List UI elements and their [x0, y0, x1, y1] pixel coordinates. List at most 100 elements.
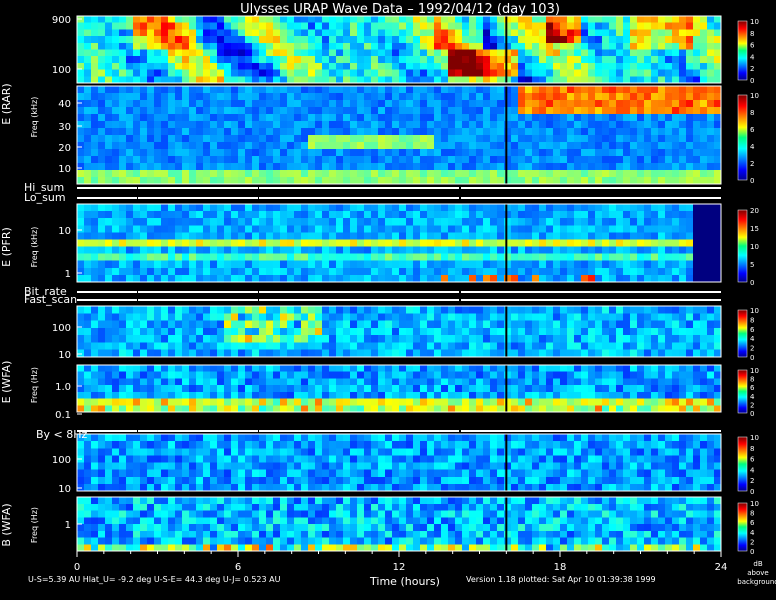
heatmap-cell	[560, 29, 568, 37]
heatmap-cell	[399, 371, 407, 379]
heatmap-cell	[322, 142, 330, 150]
heatmap-cell	[665, 107, 673, 115]
heatmap-cell	[189, 42, 197, 50]
heatmap-cell	[630, 69, 638, 77]
heatmap-cell	[77, 135, 85, 143]
heatmap-cell	[455, 56, 463, 64]
heatmap-cell	[231, 267, 239, 276]
heatmap-cell	[126, 16, 134, 24]
heatmap-cell	[476, 93, 484, 101]
heatmap-cell	[140, 135, 148, 143]
heatmap-cell	[315, 455, 323, 463]
heatmap-cell	[182, 246, 190, 255]
heatmap-cell	[280, 114, 288, 122]
heatmap-cell	[623, 149, 631, 157]
heatmap-cell	[210, 313, 218, 321]
heatmap-cell	[133, 253, 141, 262]
heatmap-cell	[140, 128, 148, 136]
heatmap-cell	[700, 142, 708, 150]
heatmap-cell	[301, 469, 309, 478]
heatmap-cell	[301, 391, 309, 399]
heatmap-cell	[644, 149, 652, 157]
heatmap-cell	[532, 398, 540, 406]
heatmap-cell	[175, 100, 183, 108]
heatmap-cell	[574, 225, 582, 233]
heatmap-cell	[119, 22, 127, 30]
heatmap-cell	[350, 349, 358, 358]
heatmap-cell	[553, 349, 561, 358]
heatmap-cell	[280, 100, 288, 108]
heatmap-cell	[525, 86, 533, 94]
heatmap-cell	[609, 267, 617, 276]
heatmap-cell	[441, 107, 449, 115]
heatmap-cell	[266, 107, 274, 115]
heatmap-cell	[280, 483, 288, 492]
heatmap-cell	[392, 385, 400, 393]
heatmap-cell	[245, 365, 253, 373]
heatmap-cell	[476, 76, 484, 84]
heatmap-cell	[406, 483, 414, 492]
heatmap-cell	[560, 349, 568, 358]
heatmap-cell	[371, 260, 379, 269]
heatmap-cell	[672, 62, 680, 70]
heatmap-cell	[189, 76, 197, 84]
heatmap-cell	[77, 313, 85, 321]
heatmap-cell	[308, 327, 316, 336]
heatmap-cell	[448, 274, 456, 283]
heatmap-cell	[329, 385, 337, 393]
heatmap-cell	[679, 177, 687, 185]
heatmap-cell	[168, 163, 176, 171]
heatmap-cell	[511, 306, 519, 314]
heatmap-cell	[700, 36, 708, 44]
heatmap-cell	[378, 434, 386, 442]
heatmap-cell	[490, 335, 498, 343]
heatmap-cell	[105, 232, 113, 240]
heatmap-cell	[420, 225, 428, 233]
heatmap-cell	[497, 107, 505, 115]
heatmap-cell	[231, 274, 239, 283]
heatmap-cell	[364, 462, 372, 471]
heatmap-cell	[336, 121, 344, 129]
heatmap-cell	[714, 306, 722, 314]
heatmap-cell	[532, 320, 540, 329]
heatmap-cell	[98, 107, 106, 115]
heatmap-cell	[406, 204, 414, 212]
heatmap-cell	[392, 434, 400, 442]
heatmap-cell	[644, 274, 652, 283]
heatmap-cell	[441, 22, 449, 30]
heatmap-cell	[560, 135, 568, 143]
heatmap-cell	[252, 76, 260, 84]
heatmap-cell	[637, 267, 645, 276]
heatmap-cell	[140, 22, 148, 30]
heatmap-cell	[329, 335, 337, 343]
heatmap-cell	[602, 62, 610, 70]
heatmap-cell	[672, 211, 680, 219]
heatmap-cell	[511, 93, 519, 101]
heatmap-cell	[301, 462, 309, 471]
heatmap-cell	[427, 22, 435, 30]
heatmap-cell	[357, 320, 365, 329]
heatmap-cell	[588, 86, 596, 94]
heatmap-cell	[588, 391, 596, 399]
heatmap-cell	[203, 86, 211, 94]
heatmap-cell	[707, 320, 715, 329]
heatmap-cell	[287, 391, 295, 399]
heatmap-cell	[301, 320, 309, 329]
heatmap-cell	[203, 371, 211, 379]
heatmap-cell	[595, 29, 603, 37]
heatmap-cell	[231, 378, 239, 386]
heatmap-cell	[273, 121, 281, 129]
heatmap-cell	[434, 142, 442, 150]
heatmap-cell	[168, 313, 176, 321]
heatmap-cell	[280, 29, 288, 37]
colorbar-tick-label: 0	[750, 177, 754, 185]
heatmap-cell	[238, 128, 246, 136]
heatmap-cell	[301, 313, 309, 321]
heatmap-cell	[161, 170, 169, 178]
heatmap-cell	[343, 313, 351, 321]
heatmap-cell	[616, 246, 624, 255]
heatmap-cell	[147, 239, 155, 247]
heatmap-cell	[623, 225, 631, 233]
heatmap-cell	[322, 49, 330, 57]
heatmap-cell	[378, 327, 386, 336]
